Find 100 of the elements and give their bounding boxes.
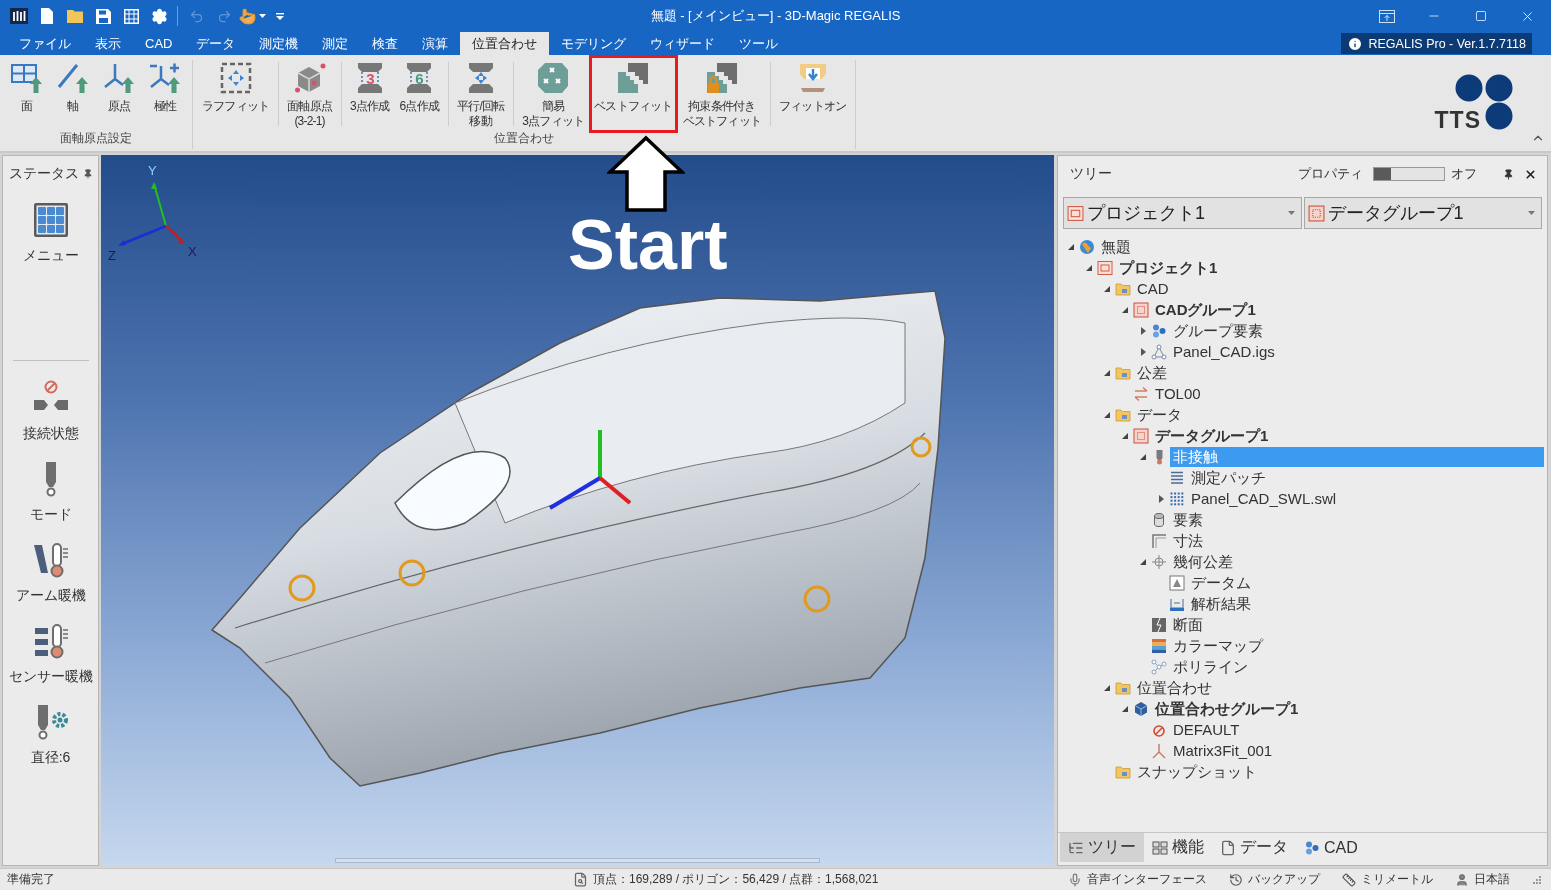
- folder-icon[interactable]: [67, 9, 83, 23]
- panel-tab[interactable]: 機能: [1144, 833, 1212, 862]
- ribbon-button[interactable]: 3 3点作成: [345, 55, 395, 133]
- ribbon-button[interactable]: ベストフィット: [589, 55, 678, 133]
- scrollbar-thumb[interactable]: [335, 858, 820, 863]
- settings-icon[interactable]: [150, 7, 168, 25]
- tree-item[interactable]: 位置合わせ: [1134, 677, 1215, 698]
- expand-arrow-icon[interactable]: [1157, 494, 1165, 503]
- ribbon-tab[interactable]: 検査: [360, 32, 411, 55]
- locked-tiles-icon: [705, 62, 738, 94]
- ribbon-button[interactable]: フィットオン: [774, 55, 852, 133]
- dot-grid-icon: [1169, 490, 1185, 507]
- pin-icon[interactable]: [1503, 168, 1514, 180]
- ribbon-button[interactable]: 原点: [96, 55, 142, 133]
- ribbon-tab[interactable]: 測定機: [247, 32, 311, 55]
- ribbon-tab[interactable]: モデリング: [549, 32, 639, 55]
- tree-item[interactable]: プロジェクト1: [1116, 257, 1221, 278]
- ribbon-button[interactable]: ラフフィット: [197, 55, 275, 133]
- tree-item[interactable]: Panel_CAD_SWL.swl: [1188, 488, 1340, 509]
- app-logo-icon[interactable]: [10, 8, 28, 24]
- ribbon-tab[interactable]: CAD: [133, 32, 185, 55]
- panel-tab[interactable]: データ: [1212, 833, 1296, 862]
- collapse-arrow-icon[interactable]: [1139, 557, 1147, 566]
- tree-item[interactable]: Matrix3Fit_001: [1170, 740, 1276, 761]
- ribbon-tab[interactable]: ファイル: [7, 32, 83, 55]
- expand-arrow-icon[interactable]: [1139, 326, 1147, 335]
- tree-item[interactable]: 要素: [1170, 509, 1206, 530]
- status-bar-button[interactable]: ミリメートル: [1342, 871, 1433, 888]
- tree-item[interactable]: TOL00: [1152, 383, 1204, 404]
- tree-item[interactable]: データグループ1: [1152, 425, 1272, 446]
- ribbon-button[interactable]: 極性: [142, 55, 188, 133]
- dropdown[interactable]: プロジェクト1: [1063, 197, 1302, 229]
- ribbon-button[interactable]: 軸: [50, 55, 96, 133]
- tree-item[interactable]: 寸法: [1170, 530, 1206, 551]
- status-bar-button[interactable]: 音声インターフェース: [1068, 871, 1207, 888]
- caret-icon[interactable]: [258, 14, 266, 18]
- tree-item[interactable]: 公差: [1134, 362, 1170, 383]
- collapse-arrow-icon[interactable]: [1121, 704, 1129, 713]
- ribbon-tab[interactable]: 表示: [83, 32, 133, 55]
- save-icon[interactable]: [95, 8, 111, 24]
- status-button[interactable]: メニュー: [20, 202, 81, 265]
- ribbon-tab[interactable]: データ: [184, 32, 248, 55]
- close-icon[interactable]: [1524, 167, 1537, 181]
- status-button[interactable]: センサー暖機: [6, 623, 95, 686]
- tree-item[interactable]: データ: [1134, 404, 1185, 425]
- collapse-arrow-icon[interactable]: [1103, 284, 1111, 293]
- ribbon-button[interactable]: 面軸原点 (3-2-1): [282, 55, 337, 133]
- tree-item[interactable]: CAD: [1134, 278, 1172, 299]
- panel-tab[interactable]: ツリー: [1060, 833, 1144, 862]
- tree-item[interactable]: スナップショット: [1134, 761, 1260, 782]
- status-bar-button[interactable]: バックアップ: [1229, 871, 1320, 888]
- tree-item[interactable]: 断面: [1170, 614, 1206, 635]
- dropdown[interactable]: データグループ1: [1303, 197, 1542, 229]
- collapse-arrow-icon[interactable]: [1121, 305, 1129, 314]
- customize-caret-icon[interactable]: [276, 12, 284, 20]
- tree-item[interactable]: CADグループ1: [1152, 299, 1259, 320]
- maximize-icon[interactable]: [1474, 10, 1487, 22]
- document-icon[interactable]: [40, 8, 54, 24]
- ribbon-button[interactable]: 簡易 3点フィット: [517, 55, 590, 133]
- tree-item[interactable]: 解析結果: [1188, 593, 1254, 614]
- tree-item[interactable]: カラーマップ: [1170, 635, 1266, 656]
- collapse-arrow-icon[interactable]: [1139, 452, 1147, 461]
- tree-item[interactable]: 無題: [1098, 236, 1134, 257]
- resize-grip-icon[interactable]: [1532, 875, 1541, 884]
- collapse-arrow-icon[interactable]: [1103, 683, 1111, 692]
- collapse-arrow-icon[interactable]: [1067, 242, 1075, 251]
- tree-item[interactable]: DEFAULT: [1170, 719, 1243, 740]
- status-button[interactable]: モード: [27, 461, 74, 524]
- tree-item[interactable]: 位置合わせグループ1: [1152, 698, 1302, 719]
- status-button[interactable]: アーム暖機: [13, 542, 88, 605]
- ribbon-display-icon[interactable]: [1378, 9, 1395, 23]
- ribbon-tab[interactable]: ウィザード: [638, 32, 728, 55]
- panel-tab[interactable]: CAD: [1296, 833, 1366, 862]
- hand-pointer-icon[interactable]: [238, 7, 256, 25]
- pin-icon[interactable]: [82, 169, 93, 179]
- ribbon-button[interactable]: 拘束条件付き ベストフィット: [677, 55, 766, 133]
- ribbon-tab[interactable]: 測定: [310, 32, 361, 55]
- tree-item[interactable]: グループ要素: [1170, 320, 1266, 341]
- tree-item[interactable]: 幾何公差: [1170, 551, 1236, 572]
- collapse-arrow-icon[interactable]: [1103, 368, 1111, 377]
- tree-item[interactable]: データム: [1188, 572, 1254, 593]
- collapse-arrow-icon[interactable]: [1103, 410, 1111, 419]
- ribbon-tab[interactable]: 位置合わせ: [460, 32, 550, 55]
- table-icon[interactable]: [123, 8, 139, 24]
- tree-item[interactable]: Panel_CAD.igs: [1170, 341, 1278, 362]
- tree-item[interactable]: ポリライン: [1170, 656, 1251, 677]
- status-button[interactable]: 直径:6: [28, 704, 73, 767]
- version-button[interactable]: REGALIS Pro - Ver.1.7.7118: [1340, 33, 1532, 54]
- ribbon-button[interactable]: 6 6点作成: [394, 55, 444, 133]
- ribbon-button[interactable]: 面: [4, 55, 50, 133]
- status-button[interactable]: 接続状態: [20, 380, 81, 443]
- tree-item[interactable]: 測定パッチ: [1188, 467, 1269, 488]
- expand-arrow-icon[interactable]: [1139, 347, 1147, 356]
- collapse-arrow-icon[interactable]: [1085, 263, 1093, 272]
- ribbon-tab[interactable]: ツール: [727, 32, 791, 55]
- ribbon-button[interactable]: 平行/回転 移動: [452, 55, 510, 133]
- toggle-switch[interactable]: [1373, 167, 1445, 181]
- ribbon-tab[interactable]: 演算: [410, 32, 461, 55]
- collapse-arrow-icon[interactable]: [1121, 431, 1129, 440]
- status-bar-button[interactable]: 日本語: [1455, 871, 1510, 888]
